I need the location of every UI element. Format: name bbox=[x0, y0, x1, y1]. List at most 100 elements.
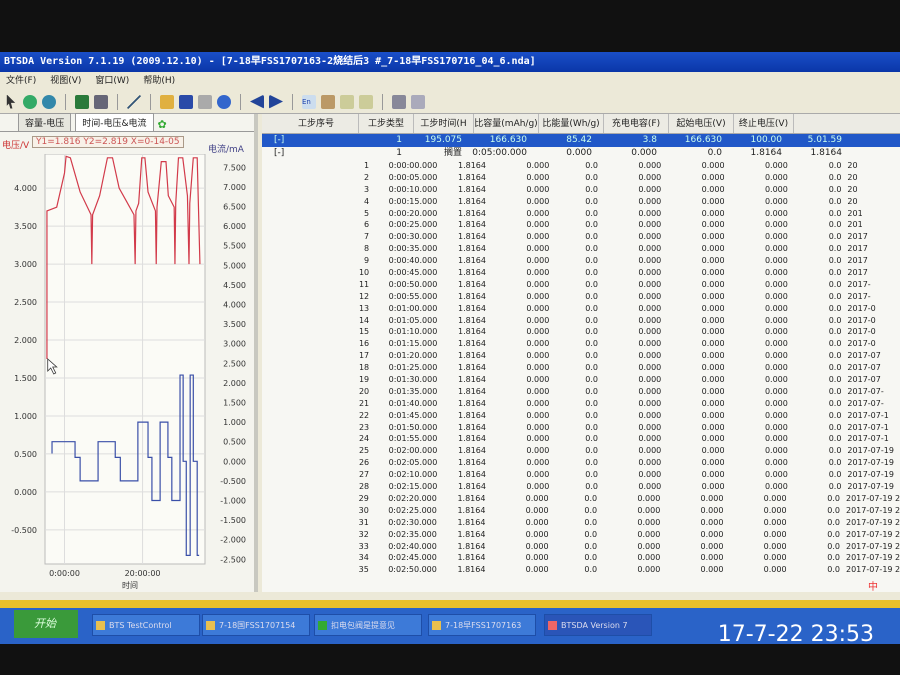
table-row[interactable]: 11 0:00:50.000 1.8164 0.000 0.0 0.000 0.000 0.0… bbox=[262, 279, 900, 291]
table-row[interactable]: 33 0:02:40.000 1.8164 0.000 0.0 0.000 0.000 0.0… bbox=[262, 541, 900, 553]
table-row[interactable]: 4 0:00:15.000 1.8164 0.000 0.0 0.000 0.000 0.00… bbox=[262, 196, 900, 208]
table-row[interactable]: 17 0:01:20.000 1.8164 0.000 0.0 0.000 0.000 0.0… bbox=[262, 350, 900, 362]
table-icon[interactable] bbox=[94, 94, 108, 109]
language-icon[interactable]: En bbox=[302, 94, 316, 109]
table-row[interactable]: 30 0:02:25.000 1.8164 0.000 0.0 0.000 0.000 0.0… bbox=[262, 505, 900, 517]
cell: 2017-07-1 bbox=[847, 422, 889, 432]
table-row[interactable]: 29 0:02:20.000 1.8164 0.000 0.0 0.000 0.000 0.0… bbox=[262, 493, 900, 505]
table-row[interactable]: 31 0:02:30.000 1.8164 0.000 0.0 0.000 0.000 0.0… bbox=[262, 517, 900, 529]
cell: 0.0 bbox=[828, 303, 842, 313]
cell: 23 bbox=[358, 422, 370, 432]
table-row[interactable]: 6 0:00:25.000 1.8164 0.000 0.0 0.000 0.000 0.00… bbox=[262, 219, 900, 231]
table-row[interactable]: 9 0:00:40.000 1.8164 0.000 0.0 0.000 0.000 0.00… bbox=[262, 255, 900, 267]
table-row[interactable]: 12 0:00:55.000 1.8164 0.000 0.0 0.000 0.000 0.0… bbox=[262, 291, 900, 303]
task-folder-1[interactable]: 7-18国FSS1707154 bbox=[202, 614, 310, 636]
columns-icon[interactable] bbox=[392, 94, 406, 109]
cell: 17 bbox=[358, 351, 370, 361]
table-row[interactable]: 7 0:00:30.000 1.8164 0.000 0.0 0.000 0.000 0.00… bbox=[262, 231, 900, 243]
menu-help[interactable]: 帮助(H) bbox=[143, 72, 175, 90]
task-btsda[interactable]: BTSDA Version 7 bbox=[544, 614, 652, 636]
time-voltage-current-chart[interactable]: 4.000 3.500 3.000 2.500 2.000 1.500 1.000 0.500… bbox=[0, 154, 258, 594]
table-row[interactable]: 14 0:01:05.000 1.8164 0.000 0.0 0.000 0.000 0.0… bbox=[262, 315, 900, 327]
table-row[interactable]: 2 0:00:05.000 1.8164 0.000 0.0 0.000 0.000 0.00… bbox=[262, 172, 900, 184]
cell: 16 bbox=[358, 339, 370, 349]
cell: 0.000 bbox=[701, 422, 725, 432]
cell: 0.000 bbox=[701, 291, 725, 301]
list-icon[interactable] bbox=[359, 94, 373, 109]
table-row[interactable]: 18 0:01:25.000 1.8164 0.000 0.0 0.000 0.000 0.0… bbox=[262, 362, 900, 374]
task-document[interactable]: 扣电包阀是提意见 bbox=[314, 614, 422, 636]
table-row[interactable]: 28 0:02:15.000 1.8164 0.000 0.0 0.000 0.000 0.0… bbox=[262, 481, 900, 493]
table-row[interactable]: 35 0:02:50.000 1.8164 0.000 0.0 0.000 0.000 0.0… bbox=[262, 564, 900, 576]
table-row[interactable]: 16 0:01:15.000 1.8164 0.000 0.0 0.000 0.000 0.0… bbox=[262, 338, 900, 350]
tab-capacity-voltage[interactable]: 容量-电压 bbox=[18, 113, 72, 131]
column-header[interactable]: 比能量(Wh/g) bbox=[539, 114, 604, 133]
y2-tick-label: 3.000 bbox=[223, 340, 246, 349]
menu-file[interactable]: 文件(F) bbox=[6, 72, 36, 90]
table-row[interactable]: 21 0:01:40.000 1.8164 0.000 0.0 0.000 0.000 0.0… bbox=[262, 398, 900, 410]
table-row[interactable]: 19 0:01:30.000 1.8164 0.000 0.0 0.000 0.000 0.0… bbox=[262, 374, 900, 386]
pin-icon[interactable] bbox=[321, 94, 335, 109]
cell: 3 bbox=[364, 184, 370, 194]
table-row[interactable]: 32 0:02:35.000 1.8164 0.000 0.0 0.000 0.000 0.0… bbox=[262, 529, 900, 541]
table-row[interactable]: 8 0:00:35.000 1.8164 0.000 0.0 0.000 0.000 0.00… bbox=[262, 243, 900, 255]
cell: 0.000 bbox=[701, 386, 725, 396]
cell: 0.000 bbox=[638, 339, 662, 349]
column-header[interactable]: 起始电压(V) bbox=[669, 114, 734, 133]
rows-icon[interactable] bbox=[411, 94, 425, 109]
table-row[interactable]: 3 0:00:10.000 1.8164 0.000 0.0 0.000 0.000 0.00… bbox=[262, 184, 900, 196]
table-row[interactable]: 24 0:01:55.000 1.8164 0.000 0.0 0.000 0.000 0.0… bbox=[262, 433, 900, 445]
prev-icon[interactable] bbox=[250, 94, 264, 109]
start-button[interactable]: 开始 bbox=[14, 610, 78, 638]
cell: 0.000 bbox=[526, 470, 550, 480]
table-row[interactable]: 13 0:01:00.000 1.8164 0.000 0.0 0.000 0.000 0.0… bbox=[262, 303, 900, 315]
column-header[interactable]: 终止电压(V) bbox=[734, 114, 794, 133]
zoom-in-icon[interactable] bbox=[23, 94, 37, 109]
column-header[interactable]: 比容量(mAh/g) bbox=[474, 114, 539, 133]
table-row[interactable]: 10 0:00:45.000 1.8164 0.000 0.0 0.000 0.000 0.0… bbox=[262, 267, 900, 279]
table-row[interactable]: 15 0:01:10.000 1.8164 0.000 0.0 0.000 0.000 0.0… bbox=[262, 326, 900, 338]
table-row[interactable]: 1 0:00:00.000 1.8164 0.000 0.0 0.000 0.000 0.00… bbox=[262, 160, 900, 172]
column-header[interactable]: 工步类型 bbox=[359, 114, 414, 133]
cell: 0.000 bbox=[638, 172, 662, 182]
help-icon[interactable] bbox=[217, 94, 231, 109]
cell: 166.630 bbox=[684, 135, 722, 145]
cycle-summary-row[interactable]: [-] 1 195.075 166.630 85.42 3.8 166.630 100.00 5… bbox=[262, 134, 900, 147]
zoom-out-icon[interactable] bbox=[42, 94, 56, 109]
save-icon[interactable] bbox=[179, 94, 193, 109]
table-row[interactable]: 23 0:01:50.000 1.8164 0.000 0.0 0.000 0.000 0.0… bbox=[262, 422, 900, 434]
cell: 0:01:25.000 bbox=[388, 363, 438, 373]
line-tool-icon[interactable] bbox=[127, 94, 141, 109]
print-icon[interactable] bbox=[198, 94, 212, 109]
table-row[interactable]: 5 0:00:20.000 1.8164 0.000 0.0 0.000 0.000 0.00… bbox=[262, 208, 900, 220]
cell: 31 bbox=[358, 517, 369, 527]
task-bts-testcontrol[interactable]: BTS TestControl bbox=[92, 614, 200, 636]
tab-time-voltage-current[interactable]: 时间-电压&电流 bbox=[75, 113, 154, 131]
table-row[interactable]: 27 0:02:10.000 1.8164 0.000 0.0 0.000 0.000 0.0… bbox=[262, 469, 900, 481]
align-icon[interactable] bbox=[340, 94, 354, 109]
ime-indicator[interactable]: 中 bbox=[868, 578, 878, 593]
table-row[interactable]: 20 0:01:35.000 1.8164 0.000 0.0 0.000 0.000 0.0… bbox=[262, 386, 900, 398]
cell: 0.000 bbox=[701, 339, 725, 349]
cell: 0.000 bbox=[638, 256, 662, 266]
settings-icon[interactable]: ✿ bbox=[158, 118, 167, 131]
task-folder-2[interactable]: 7-18早FSS1707163 bbox=[428, 614, 536, 636]
column-header[interactable]: 工步序号 bbox=[274, 114, 359, 133]
step-row[interactable]: [-] 1 搁置 0:05:00.000 0.000 0.000 0.0 1.8164 1.81… bbox=[262, 147, 900, 160]
open-folder-icon[interactable] bbox=[160, 94, 174, 109]
menu-view[interactable]: 视图(V) bbox=[50, 72, 81, 90]
cell: 0:00:20.000 bbox=[388, 208, 438, 218]
column-header[interactable]: 充电电容(F) bbox=[604, 114, 669, 133]
next-icon[interactable] bbox=[269, 94, 283, 109]
table-row[interactable]: 26 0:02:05.000 1.8164 0.000 0.0 0.000 0.000 0.0… bbox=[262, 457, 900, 469]
cell: 85.42 bbox=[566, 135, 592, 145]
table-row[interactable]: 22 0:01:45.000 1.8164 0.000 0.0 0.000 0.000 0.0… bbox=[262, 410, 900, 422]
table-row[interactable]: 34 0:02:45.000 1.8164 0.000 0.0 0.000 0.000 0.0… bbox=[262, 552, 900, 564]
menu-window[interactable]: 窗口(W) bbox=[95, 72, 129, 90]
pointer-icon[interactable] bbox=[6, 94, 16, 109]
grid-icon[interactable] bbox=[75, 94, 89, 109]
y2-tick-label: -2.000 bbox=[220, 536, 246, 545]
column-header[interactable]: 工步时间(H bbox=[414, 114, 474, 133]
y2-tick-label: 7.000 bbox=[223, 183, 246, 192]
table-row[interactable]: 25 0:02:00.000 1.8164 0.000 0.0 0.000 0.000 0.0… bbox=[262, 445, 900, 457]
